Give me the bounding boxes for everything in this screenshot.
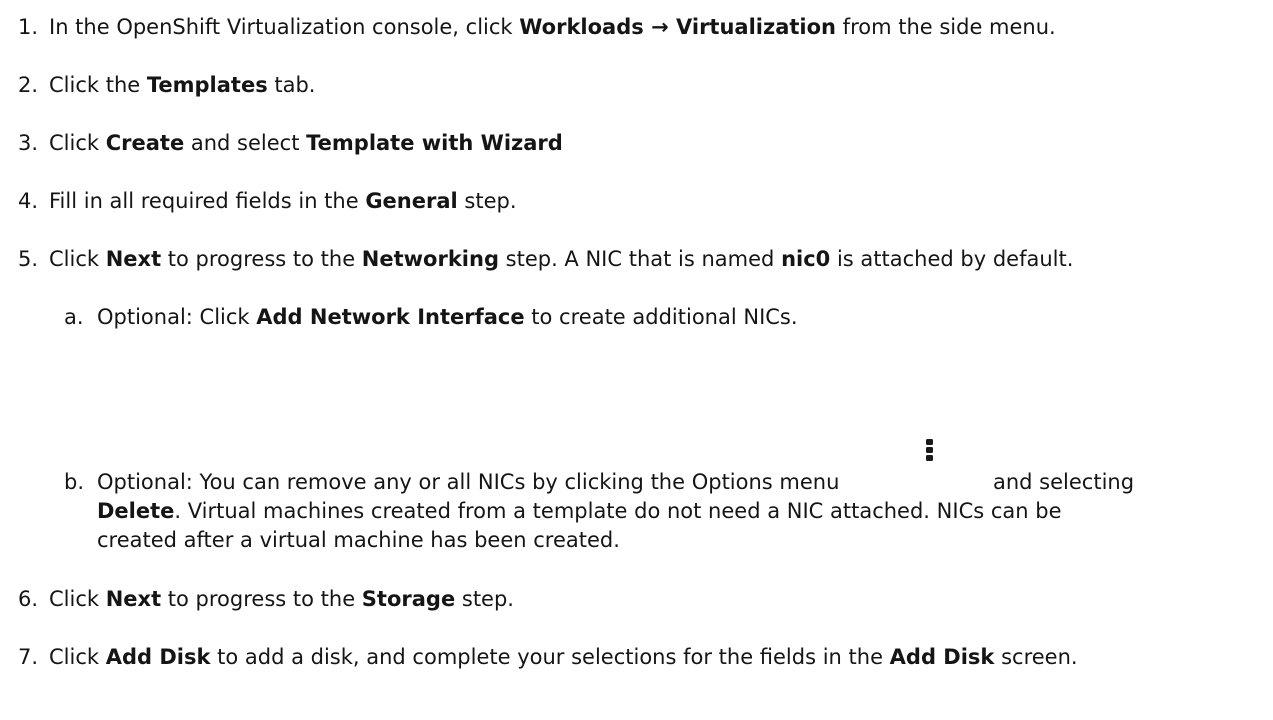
step-6-text: Click Next to progress to the Storage st… <box>49 587 514 611</box>
step-7-text: Click Add Disk to add a disk, and comple… <box>49 645 1078 669</box>
step-number: 7. <box>18 645 39 669</box>
substep-a-text: Optional: Click Add Network Interface to… <box>97 305 798 329</box>
step-2-text: Click the Templates tab. <box>49 73 316 97</box>
substep-b-line-3: created after a virtual machine has been… <box>97 528 620 552</box>
step-3-text: Click Create and select Template with Wi… <box>49 131 563 155</box>
substep-letter: b. <box>64 470 85 494</box>
step-number: 5. <box>18 247 39 271</box>
substep-b-line-1: Optional: You can remove any or all NICs… <box>97 470 840 494</box>
step-number: 4. <box>18 189 39 213</box>
kebab-icon <box>926 439 934 463</box>
step-number: 2. <box>18 73 39 97</box>
step-1-text: In the OpenShift Virtualization console,… <box>49 15 1056 39</box>
substep-b-line-2: Delete. Virtual machines created from a … <box>97 499 1062 523</box>
step-5-text: Click Next to progress to the Networking… <box>49 247 1074 271</box>
step-number: 1. <box>18 15 39 39</box>
step-number: 6. <box>18 587 39 611</box>
step-number: 3. <box>18 131 39 155</box>
step-4-text: Fill in all required fields in the Gener… <box>49 189 517 213</box>
substep-letter: a. <box>64 305 84 329</box>
substep-b-line-1-end: and selecting <box>993 470 1135 494</box>
